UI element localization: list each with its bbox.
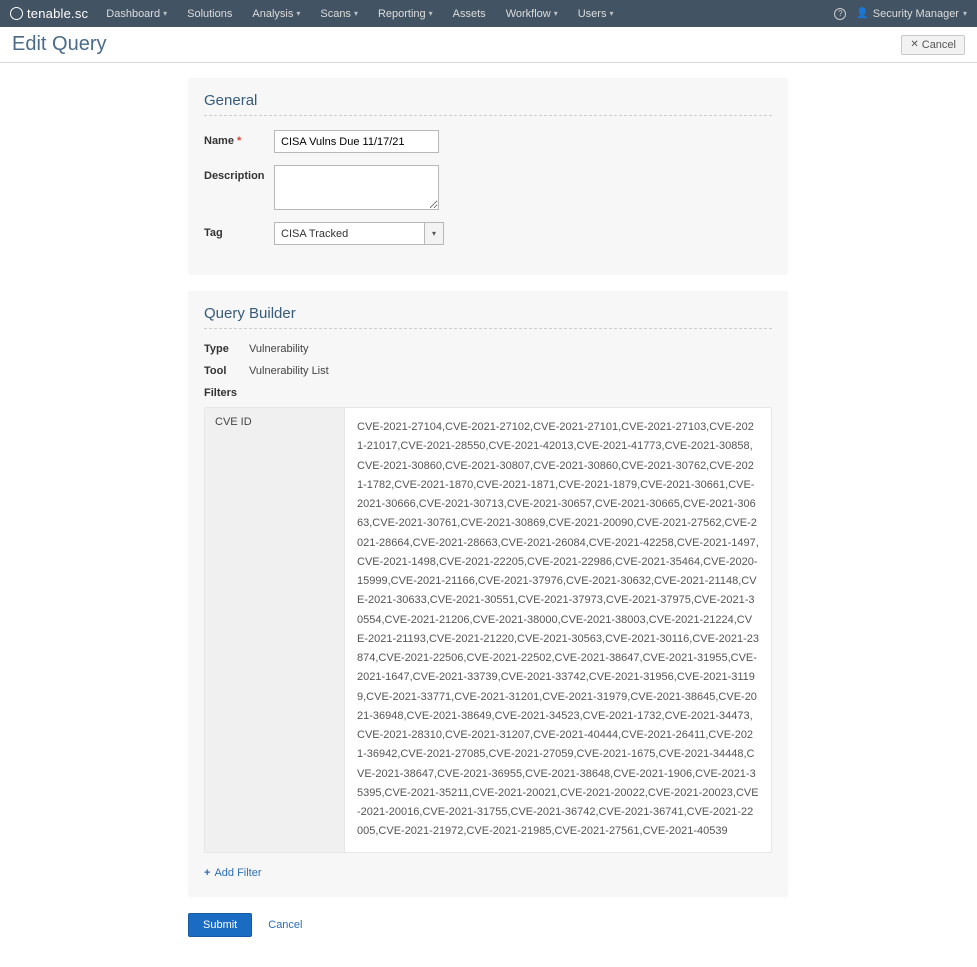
filter-row: CVE ID CVE-2021-27104,CVE-2021-27102,CVE… [204, 407, 772, 853]
user-menu-label: Security Manager [873, 8, 959, 20]
brand-text: tenable.sc [27, 6, 88, 21]
user-menu[interactable]: 👤 Security Manager ▾ [856, 8, 967, 20]
titlebar: Edit Query ✕ Cancel [0, 27, 977, 63]
caret-down-icon: ▾ [354, 9, 358, 18]
form-column: General Name * Description Tag CISA Trac… [188, 78, 788, 937]
tool-label: Tool [204, 365, 249, 377]
brand[interactable]: tenable.sc [10, 6, 88, 21]
help-icon[interactable]: ? [834, 8, 846, 20]
nav-label: Dashboard [106, 8, 160, 20]
nav-label: Reporting [378, 8, 426, 20]
panel-general: General Name * Description Tag CISA Trac… [188, 78, 788, 275]
filter-field-name[interactable]: CVE ID [205, 408, 345, 852]
nav-label: Workflow [506, 8, 551, 20]
nav-users[interactable]: Users▾ [568, 0, 624, 27]
nav-assets[interactable]: Assets [443, 0, 496, 27]
row-tool: Tool Vulnerability List [204, 365, 772, 377]
label-text: Name [204, 135, 234, 147]
row-type: Type Vulnerability [204, 343, 772, 355]
panel-query-builder: Query Builder Type Vulnerability Tool Vu… [188, 291, 788, 897]
add-filter-button[interactable]: + Add Filter [204, 867, 262, 879]
panel-query-title: Query Builder [204, 305, 772, 329]
nav-label: Solutions [187, 8, 232, 20]
nav-solutions[interactable]: Solutions [177, 0, 242, 27]
name-input[interactable] [274, 130, 439, 153]
nav-label: Users [578, 8, 607, 20]
row-description: Description [204, 165, 772, 210]
caret-down-icon: ▾ [554, 9, 558, 18]
tag-label: Tag [204, 222, 274, 239]
close-icon: ✕ [910, 39, 918, 50]
content: General Name * Description Tag CISA Trac… [0, 63, 977, 967]
nav-items: Dashboard▾ Solutions Analysis▾ Scans▾ Re… [96, 0, 623, 27]
name-label: Name * [204, 130, 274, 147]
page-title: Edit Query [12, 33, 106, 56]
description-label: Description [204, 165, 274, 182]
description-textarea[interactable] [274, 165, 439, 210]
brand-logo-icon [10, 7, 23, 20]
nav-analysis[interactable]: Analysis▾ [242, 0, 310, 27]
navbar-left: tenable.sc Dashboard▾ Solutions Analysis… [10, 0, 623, 27]
tag-select-value: CISA Tracked [274, 222, 424, 245]
nav-scans[interactable]: Scans▾ [310, 0, 368, 27]
caret-down-icon: ▾ [963, 9, 967, 18]
caret-down-icon: ▾ [296, 9, 300, 18]
required-marker: * [237, 135, 241, 147]
nav-reporting[interactable]: Reporting▾ [368, 0, 443, 27]
cancel-link[interactable]: Cancel [268, 919, 302, 931]
caret-down-icon: ▾ [163, 9, 167, 18]
caret-down-icon: ▾ [609, 9, 613, 18]
type-label: Type [204, 343, 249, 355]
nav-label: Scans [320, 8, 351, 20]
row-name: Name * [204, 130, 772, 153]
tag-select[interactable]: CISA Tracked ▾ [274, 222, 444, 245]
panel-general-title: General [204, 92, 772, 116]
cancel-button-top[interactable]: ✕ Cancel [901, 35, 965, 55]
nav-dashboard[interactable]: Dashboard▾ [96, 0, 177, 27]
add-filter-label: Add Filter [214, 867, 261, 879]
nav-workflow[interactable]: Workflow▾ [496, 0, 568, 27]
caret-down-icon[interactable]: ▾ [424, 222, 444, 245]
caret-down-icon: ▾ [429, 9, 433, 18]
navbar-right: ? 👤 Security Manager ▾ [834, 8, 967, 20]
row-tag: Tag CISA Tracked ▾ [204, 222, 772, 245]
cancel-label: Cancel [922, 39, 956, 51]
type-value: Vulnerability [249, 343, 309, 355]
nav-label: Analysis [252, 8, 293, 20]
user-icon: 👤 [856, 8, 868, 19]
nav-label: Assets [453, 8, 486, 20]
top-navbar: tenable.sc Dashboard▾ Solutions Analysis… [0, 0, 977, 27]
plus-icon: + [204, 867, 210, 879]
tool-value: Vulnerability List [249, 365, 329, 377]
filters-heading: Filters [204, 387, 772, 399]
submit-button[interactable]: Submit [188, 913, 252, 937]
filter-field-value[interactable]: CVE-2021-27104,CVE-2021-27102,CVE-2021-2… [345, 408, 771, 852]
action-row: Submit Cancel [188, 913, 788, 937]
